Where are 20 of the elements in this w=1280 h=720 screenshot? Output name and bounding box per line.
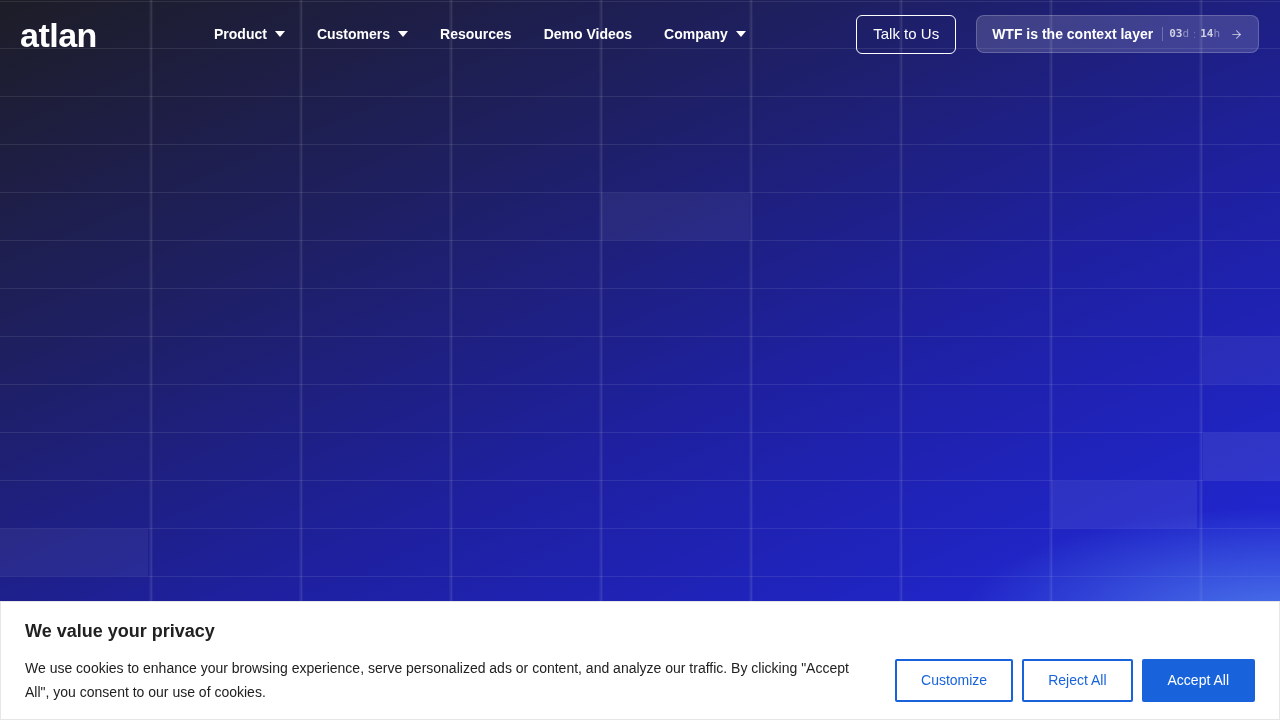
cookie-button[interactable]: Reject All [1022,658,1133,702]
countdown-value: 14h [1200,25,1220,42]
nav-link[interactable]: Product [214,23,285,45]
nav-link[interactable]: Company [664,23,746,45]
logo[interactable]: atlan [20,16,100,52]
cookie-button[interactable]: Customize [895,658,1014,702]
countdown-separator: : [1193,26,1197,42]
nav-link[interactable]: Demo Videos [543,23,633,45]
cookie-button[interactable]: Accept All [1141,658,1255,702]
nav-link[interactable]: Resources [440,23,512,45]
event-button[interactable]: WTF is the context layer 03d : 14h [976,15,1259,53]
caret-icon [398,31,409,37]
countdown-value: 03d [1169,25,1190,42]
caret-icon [274,31,285,37]
cookie-banner-title: We value your privacy [25,620,215,642]
nav-link[interactable]: Customers [316,23,409,45]
caret-icon [735,31,746,37]
cookie-banner-text: We use cookies to enhance your browsing experience, serve personalized ads or content, and analyze our traffic. By clicking "Accept All", you consent to our use of cookies. [25,659,850,702]
arrow-right-icon [1230,27,1243,41]
talk-to-us-button[interactable]: Talk to Us [856,14,957,54]
